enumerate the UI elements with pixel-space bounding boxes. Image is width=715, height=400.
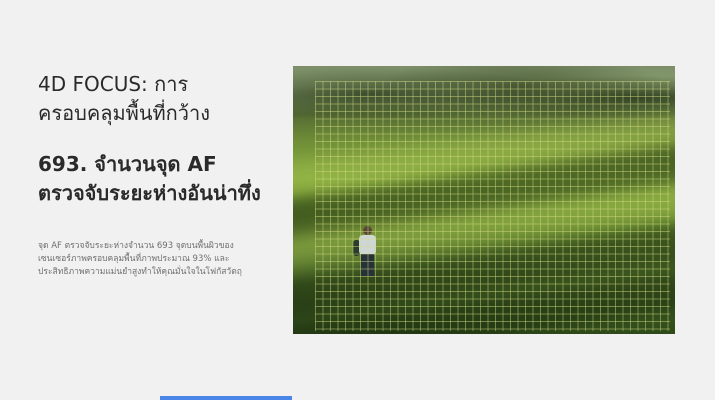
af-points-grid <box>315 81 670 331</box>
cta-button-edge[interactable] <box>160 396 292 400</box>
af-coverage-photo <box>293 66 675 334</box>
feature-subheading: 693. จำนวนจุด AF ตรวจจับระยะห่างอันน่าทึ… <box>38 152 261 205</box>
feature-description: จุด AF ตรวจจับระยะห่างจำนวน 693 จุดบนพื้… <box>38 241 242 277</box>
feature-heading: 4D FOCUS: การครอบคลุมพื้นที่กว้าง <box>38 72 211 125</box>
